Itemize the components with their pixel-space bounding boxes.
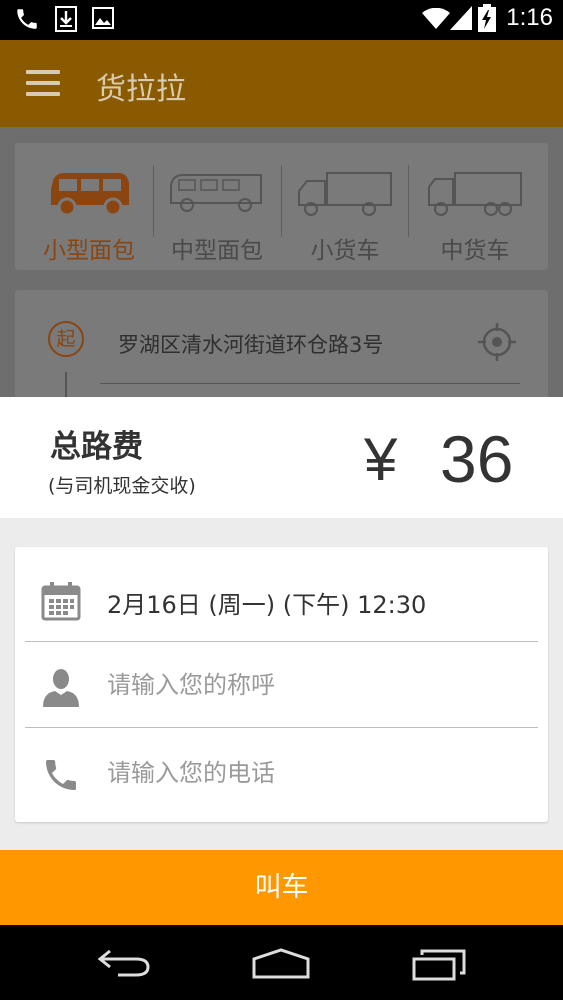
divider [408,165,409,237]
app-bar: 货拉拉 [0,40,563,127]
divider [100,383,520,384]
app-title: 货拉拉 [96,72,186,107]
vehicle-option-small-truck[interactable]: 小货车 [283,143,407,270]
main-content: 小型面包 中型面包 小货车 中货车 起 罗湖区清水河街道环仓路3号 [0,127,563,412]
download-icon [55,6,77,32]
person-icon [43,669,79,707]
phone-icon [46,760,76,790]
locate-crosshair-icon[interactable] [478,323,516,361]
order-form: 2月16日 (周一) (下午) 12:30 [15,547,548,822]
medium-van-icon [170,174,262,212]
small-truck-icon [298,172,392,216]
start-address[interactable]: 罗湖区清水河街道环仓路3号 [118,329,383,359]
datetime-row[interactable]: 2月16日 (周一) (下午) 12:30 [15,557,548,643]
datetime-value: 2月16日 (周一) (下午) 12:30 [107,591,427,619]
phone-icon [17,9,37,29]
call-car-button[interactable]: 叫车 [0,850,563,925]
divider [281,165,282,237]
vehicle-selector: 小型面包 中型面包 小货车 中货车 [15,143,548,270]
name-row [15,643,548,729]
vehicle-label-small-truck: 小货车 [310,238,380,264]
fee-title: 总路费 [50,429,143,465]
start-badge: 起 [48,321,84,357]
fee-currency: ¥ [364,426,398,493]
recent-apps-icon[interactable] [410,947,468,981]
route-card: 起 罗湖区清水河街道环仓路3号 [15,290,548,412]
vehicle-label-medium-truck: 中货车 [440,238,510,264]
phone-row [15,731,548,817]
battery-charging-icon [478,4,496,32]
signal-icon [450,6,472,30]
calendar-icon [41,582,81,621]
fee-panel: 总路费 (与司机现金交收) ¥ 36 [0,397,563,518]
divider [25,727,538,728]
vehicle-option-medium-truck[interactable]: 中货车 [410,143,540,270]
divider [153,165,154,237]
status-time: 1:16 [506,4,553,31]
medium-truck-icon [428,172,522,216]
back-icon[interactable] [96,945,152,981]
small-van-icon [51,173,129,217]
order-form-area: 2月16日 (周一) (下午) 12:30 [0,518,563,850]
vehicle-label-medium-van: 中型面包 [171,238,263,264]
status-bar: 1:16 [0,0,563,40]
vehicle-option-medium-van[interactable]: 中型面包 [155,143,279,270]
hamburger-menu-icon[interactable] [26,70,60,96]
fee-subtitle: (与司机现金交收) [48,475,196,497]
system-nav-bar [0,925,563,1000]
image-icon [92,7,114,29]
phone-input[interactable] [107,753,507,793]
wifi-icon [422,8,450,29]
name-input[interactable] [107,665,507,705]
divider [25,641,538,642]
vehicle-option-small-van[interactable]: 小型面包 [25,143,153,270]
fee-amount: 36 [440,422,514,496]
home-icon[interactable] [250,947,312,979]
vehicle-label-small-van: 小型面包 [43,238,135,264]
